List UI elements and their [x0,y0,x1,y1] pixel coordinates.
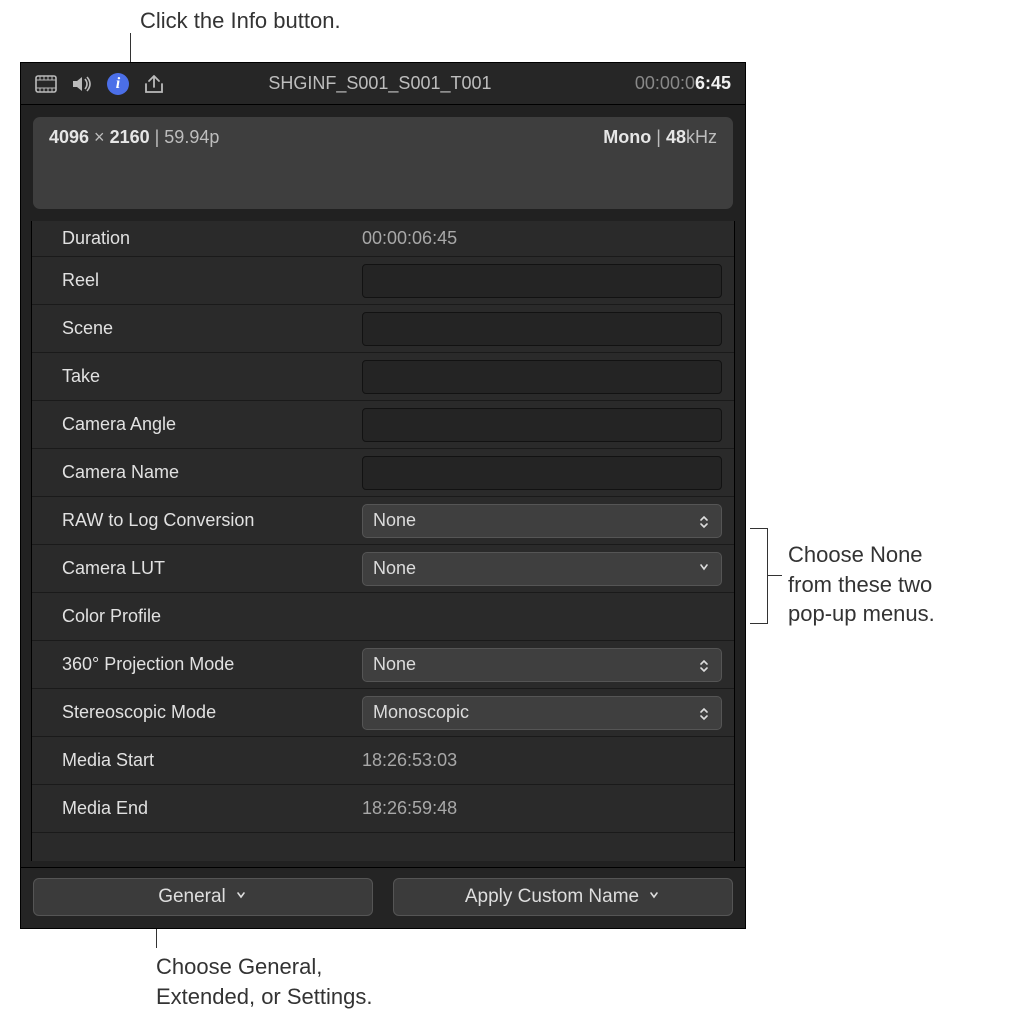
clip-summary: 4096 × 2160 | 59.94p Mono | 48kHz [33,117,733,209]
callout-info-button: Click the Info button. [140,6,341,36]
row-take: Take [32,353,734,401]
callout-view-menu: Choose General, Extended, or Settings. [156,952,372,1011]
label-projection: 360° Projection Mode [32,654,362,675]
audio-mode: Mono [603,127,651,147]
raw-log-value: None [373,510,416,531]
label-camera-lut: Camera LUT [32,558,362,579]
callout-text: pop-up menus. [788,601,935,626]
label-reel: Reel [32,270,362,291]
raw-log-popup[interactable]: None [362,504,722,538]
row-media-start: Media Start 18:26:53:03 [32,737,734,785]
leader-line [768,575,782,576]
label-raw-log: RAW to Log Conversion [32,510,362,531]
take-field[interactable] [362,360,722,394]
callout-text: Choose General, [156,954,322,979]
res-height: 2160 [110,127,150,147]
callout-text: Extended, or Settings. [156,984,372,1009]
row-stereo: Stereoscopic Mode Monoscopic [32,689,734,737]
projection-value: None [373,654,416,675]
audio-rate: 48 [666,127,686,147]
inspector-toolbar: i SHGINF_S001_S001_T001 00:00:06:45 [21,63,745,105]
timecode-dim: 00:00:0 [635,73,695,93]
summary-audio: Mono | 48kHz [603,127,717,199]
label-camera-angle: Camera Angle [32,414,362,435]
row-reel: Reel [32,257,734,305]
value-duration: 00:00:06:45 [362,228,734,249]
label-scene: Scene [32,318,362,339]
row-raw-log: RAW to Log Conversion None [32,497,734,545]
metadata-view-popup[interactable]: General [33,878,373,916]
chevron-updown-icon [699,707,711,719]
reel-field[interactable] [362,264,722,298]
stereo-value: Monoscopic [373,702,469,723]
clip-name: SHGINF_S001_S001_T001 [139,73,621,94]
label-media-start: Media Start [32,750,362,771]
camera-angle-field[interactable] [362,408,722,442]
row-cutoff [32,833,734,861]
value-media-start: 18:26:53:03 [362,750,734,771]
chevron-updown-icon [699,515,711,527]
chevron-down-icon [236,891,248,903]
label-media-end: Media End [32,798,362,819]
info-icon[interactable]: i [107,73,129,95]
audio-icon[interactable] [71,75,93,93]
label-duration: Duration [32,228,362,249]
callout-text: from these two [788,572,932,597]
scene-field[interactable] [362,312,722,346]
view-menu-label: General [158,886,226,908]
callout-text: Choose None [788,542,923,567]
res-width: 4096 [49,127,89,147]
frame-rate: 59.94p [164,127,219,147]
inspector-footer: General Apply Custom Name [21,867,745,928]
timecode-bright: 6:45 [695,73,731,93]
summary-video: 4096 × 2160 | 59.94p [49,127,219,199]
value-media-end: 18:26:59:48 [362,798,734,819]
metadata-list: Duration 00:00:06:45 Reel Scene Take Cam… [21,221,745,867]
row-camera-angle: Camera Angle [32,401,734,449]
label-color-profile: Color Profile [32,606,362,627]
metadata-inner: Duration 00:00:06:45 Reel Scene Take Cam… [31,221,735,861]
projection-popup[interactable]: None [362,648,722,682]
clip-timecode: 00:00:06:45 [635,73,731,94]
label-camera-name: Camera Name [32,462,362,483]
action-menu-label: Apply Custom Name [465,886,639,908]
camera-lut-popup[interactable]: None [362,552,722,586]
row-scene: Scene [32,305,734,353]
chevron-down-icon [699,563,711,575]
stereo-popup[interactable]: Monoscopic [362,696,722,730]
row-media-end: Media End 18:26:59:48 [32,785,734,833]
row-camera-name: Camera Name [32,449,734,497]
chevron-down-icon [649,891,661,903]
bracket-popups [750,528,768,624]
row-color-profile: Color Profile [32,593,734,641]
apply-custom-name-popup[interactable]: Apply Custom Name [393,878,733,916]
row-camera-lut: Camera LUT None [32,545,734,593]
info-inspector: i SHGINF_S001_S001_T001 00:00:06:45 4096… [20,62,746,929]
row-projection: 360° Projection Mode None [32,641,734,689]
label-stereo: Stereoscopic Mode [32,702,362,723]
callout-popups: Choose None from these two pop-up menus. [788,540,935,629]
row-duration: Duration 00:00:06:45 [32,221,734,257]
camera-name-field[interactable] [362,456,722,490]
label-take: Take [32,366,362,387]
video-icon[interactable] [35,75,57,93]
camera-lut-value: None [373,558,416,579]
chevron-updown-icon [699,659,711,671]
